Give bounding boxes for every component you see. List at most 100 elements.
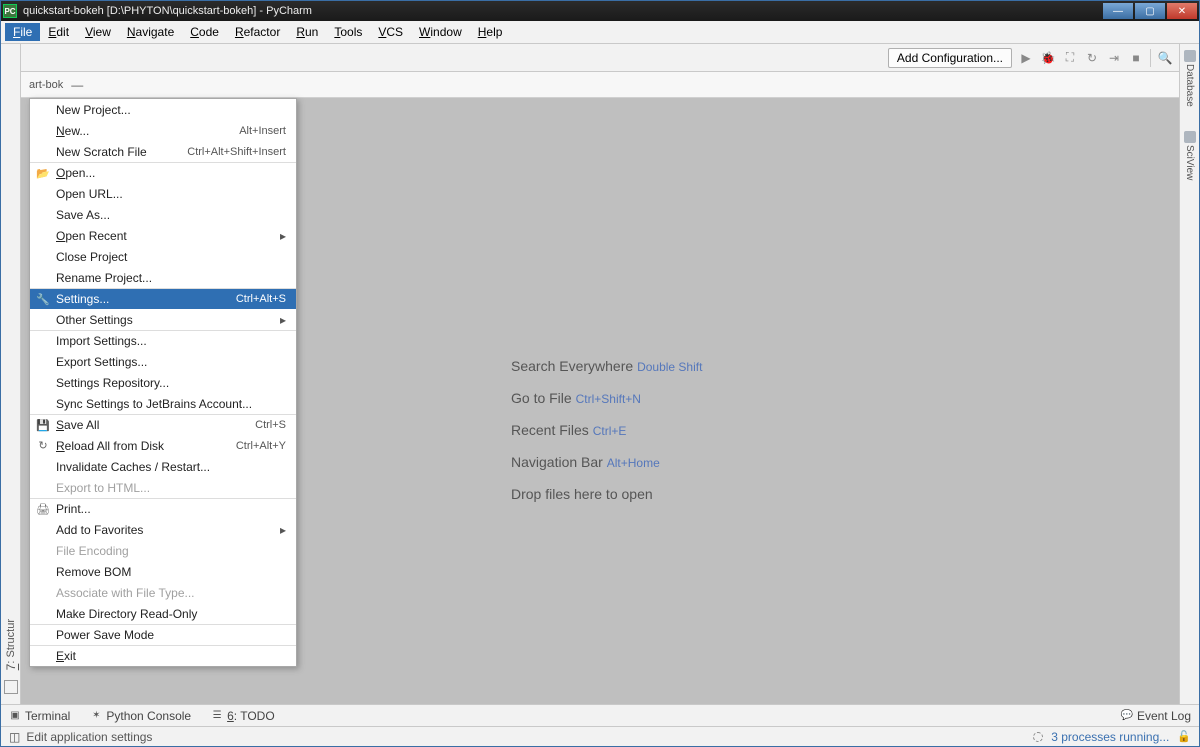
file-menu-item[interactable]: Sync Settings to JetBrains Account... [30,393,296,414]
window-title: quickstart-bokeh [D:\PHYTON\quickstart-b… [23,5,312,17]
file-menu-item[interactable]: Other Settings▸ [30,309,296,330]
search-icon[interactable]: 🔍 [1157,50,1173,66]
terminal-tool-button[interactable]: ▣ Terminal [9,709,70,723]
menu-item-label: Close Project [56,250,127,264]
menu-edit[interactable]: Edit [40,23,77,41]
sciview-label: SciView [1184,145,1195,180]
menu-file[interactable]: File [5,23,40,41]
menu-item-label: Open URL... [56,187,123,201]
menu-item-shortcut: Alt+Insert [239,125,286,137]
keyboard-shortcut: Ctrl+Shift+N [576,392,641,406]
debug-icon[interactable]: 🐞 [1040,50,1056,66]
menu-item-label: Power Save Mode [56,628,154,642]
maximize-button[interactable]: ▢ [1135,3,1165,19]
menu-item-icon: 🔧 [36,293,50,306]
welcome-hint: Drop files here to open [511,486,702,502]
menu-run[interactable]: Run [288,23,326,41]
todo-label: 6: TODO [227,709,275,723]
attach-icon[interactable]: ⇥ [1106,50,1122,66]
coverage-icon[interactable]: ⛶ [1062,50,1078,66]
right-tool-gutter: Database SciView [1179,44,1199,704]
menu-tools[interactable]: Tools [326,23,370,41]
minimize-button[interactable]: — [1103,3,1133,19]
right-tool-database[interactable]: Database [1184,50,1196,107]
menu-window[interactable]: Window [411,23,470,41]
file-menu-item[interactable]: Save As... [30,204,296,225]
menu-item-label: Invalidate Caches / Restart... [56,460,210,474]
menu-vcs[interactable]: VCS [370,23,411,41]
file-menu-item[interactable]: Invalidate Caches / Restart... [30,456,296,477]
file-menu-item[interactable]: Remove BOM [30,561,296,582]
close-button[interactable]: ✕ [1167,3,1197,19]
keyboard-shortcut: Double Shift [637,360,702,374]
progress-spinner-icon [1033,732,1043,742]
todo-tool-button[interactable]: ☰ 6: TODO [211,709,275,723]
menu-item-label: Settings Repository... [56,376,169,390]
python-icon: ✶ [90,710,102,722]
menu-item-icon: ↻ [36,439,50,452]
welcome-hint: Search Everywhere Double Shift [511,358,702,374]
file-menu-item[interactable]: Exit [30,645,296,666]
file-menu-item[interactable]: Settings Repository... [30,372,296,393]
menu-item-label: Save All [56,418,99,432]
file-menu-item[interactable]: Export Settings... [30,351,296,372]
file-menu-item[interactable]: 📂Open... [30,162,296,183]
menu-code[interactable]: Code [182,23,227,41]
left-tool-structure[interactable]: 7: Structur [4,619,18,670]
file-menu-item[interactable]: New Scratch FileCtrl+Alt+Shift+Insert [30,141,296,162]
lock-icon[interactable]: 🔓 [1177,730,1191,743]
menu-item-label: Save As... [56,208,110,222]
python-console-tool-button[interactable]: ✶ Python Console [90,709,191,723]
menu-help[interactable]: Help [470,23,511,41]
status-hide-icon[interactable]: ◫ [9,730,20,744]
add-configuration-button[interactable]: Add Configuration... [888,48,1012,68]
file-menu-item[interactable]: 🖨Print... [30,498,296,519]
right-tool-sciview[interactable]: SciView [1184,131,1196,180]
breadcrumb-collapse[interactable]: — [71,78,83,92]
file-menu-item[interactable]: New...Alt+Insert [30,120,296,141]
menu-refactor[interactable]: Refactor [227,23,288,41]
menu-navigate[interactable]: Navigate [119,23,182,41]
menu-item-label: Reload All from Disk [56,439,164,453]
file-menu-item[interactable]: Rename Project... [30,267,296,288]
menu-item-shortcut: Ctrl+Alt+Shift+Insert [187,146,286,158]
file-menu-item[interactable]: Open Recent ▸ [30,225,296,246]
processes-running-link[interactable]: 3 processes running... [1051,730,1169,744]
run-icon[interactable]: ▶ [1018,50,1034,66]
menu-item-icon: 💾 [36,419,50,432]
file-menu-item[interactable]: Open URL... [30,183,296,204]
event-log-icon: 💬 [1121,710,1133,722]
submenu-arrow-icon: ▸ [280,229,286,243]
menu-item-shortcut: Ctrl+Alt+Y [236,440,286,452]
file-menu-item[interactable]: New Project... [30,99,296,120]
file-menu-item[interactable]: Power Save Mode [30,624,296,645]
welcome-hint: Navigation Bar Alt+Home [511,454,702,470]
menu-view[interactable]: View [77,23,119,41]
file-menu-item[interactable]: Add to Favorites▸ [30,519,296,540]
breadcrumb-row: art-bok — [21,72,1179,98]
menu-item-label: Open Recent [56,229,127,243]
file-menu-item[interactable]: Import Settings... [30,330,296,351]
event-log-label: Event Log [1137,709,1191,723]
left-tool-toggle-icon[interactable] [4,680,18,694]
editor-empty-area: Search Everywhere Double ShiftGo to File… [21,98,1179,704]
file-menu-item[interactable]: ↻ Reload All from Disk Ctrl+Alt+Y [30,435,296,456]
file-menu-item[interactable]: 🔧Settings...Ctrl+Alt+S [30,288,296,309]
keyboard-shortcut: Ctrl+E [593,424,627,438]
event-log-button[interactable]: 💬 Event Log [1121,709,1191,723]
file-menu-dropdown: New Project...New...Alt+InsertNew Scratc… [29,98,297,667]
keyboard-shortcut: Alt+Home [607,456,660,470]
file-menu-item: Export to HTML... [30,477,296,498]
file-menu-item[interactable]: 💾Save AllCtrl+S [30,414,296,435]
file-menu-item[interactable]: Make Directory Read-Only [30,603,296,624]
pycharm-app-icon: PC [3,4,17,18]
menu-item-label: Other Settings [56,313,133,327]
terminal-label: Terminal [25,709,70,723]
stop-icon[interactable]: ■ [1128,50,1144,66]
profile-icon[interactable]: ↻ [1084,50,1100,66]
file-menu-item: File Encoding [30,540,296,561]
menu-item-label: Import Settings... [56,334,147,348]
welcome-hint: Recent Files Ctrl+E [511,422,702,438]
file-menu-item[interactable]: Close Project [30,246,296,267]
menu-item-label: Exit [56,649,76,663]
